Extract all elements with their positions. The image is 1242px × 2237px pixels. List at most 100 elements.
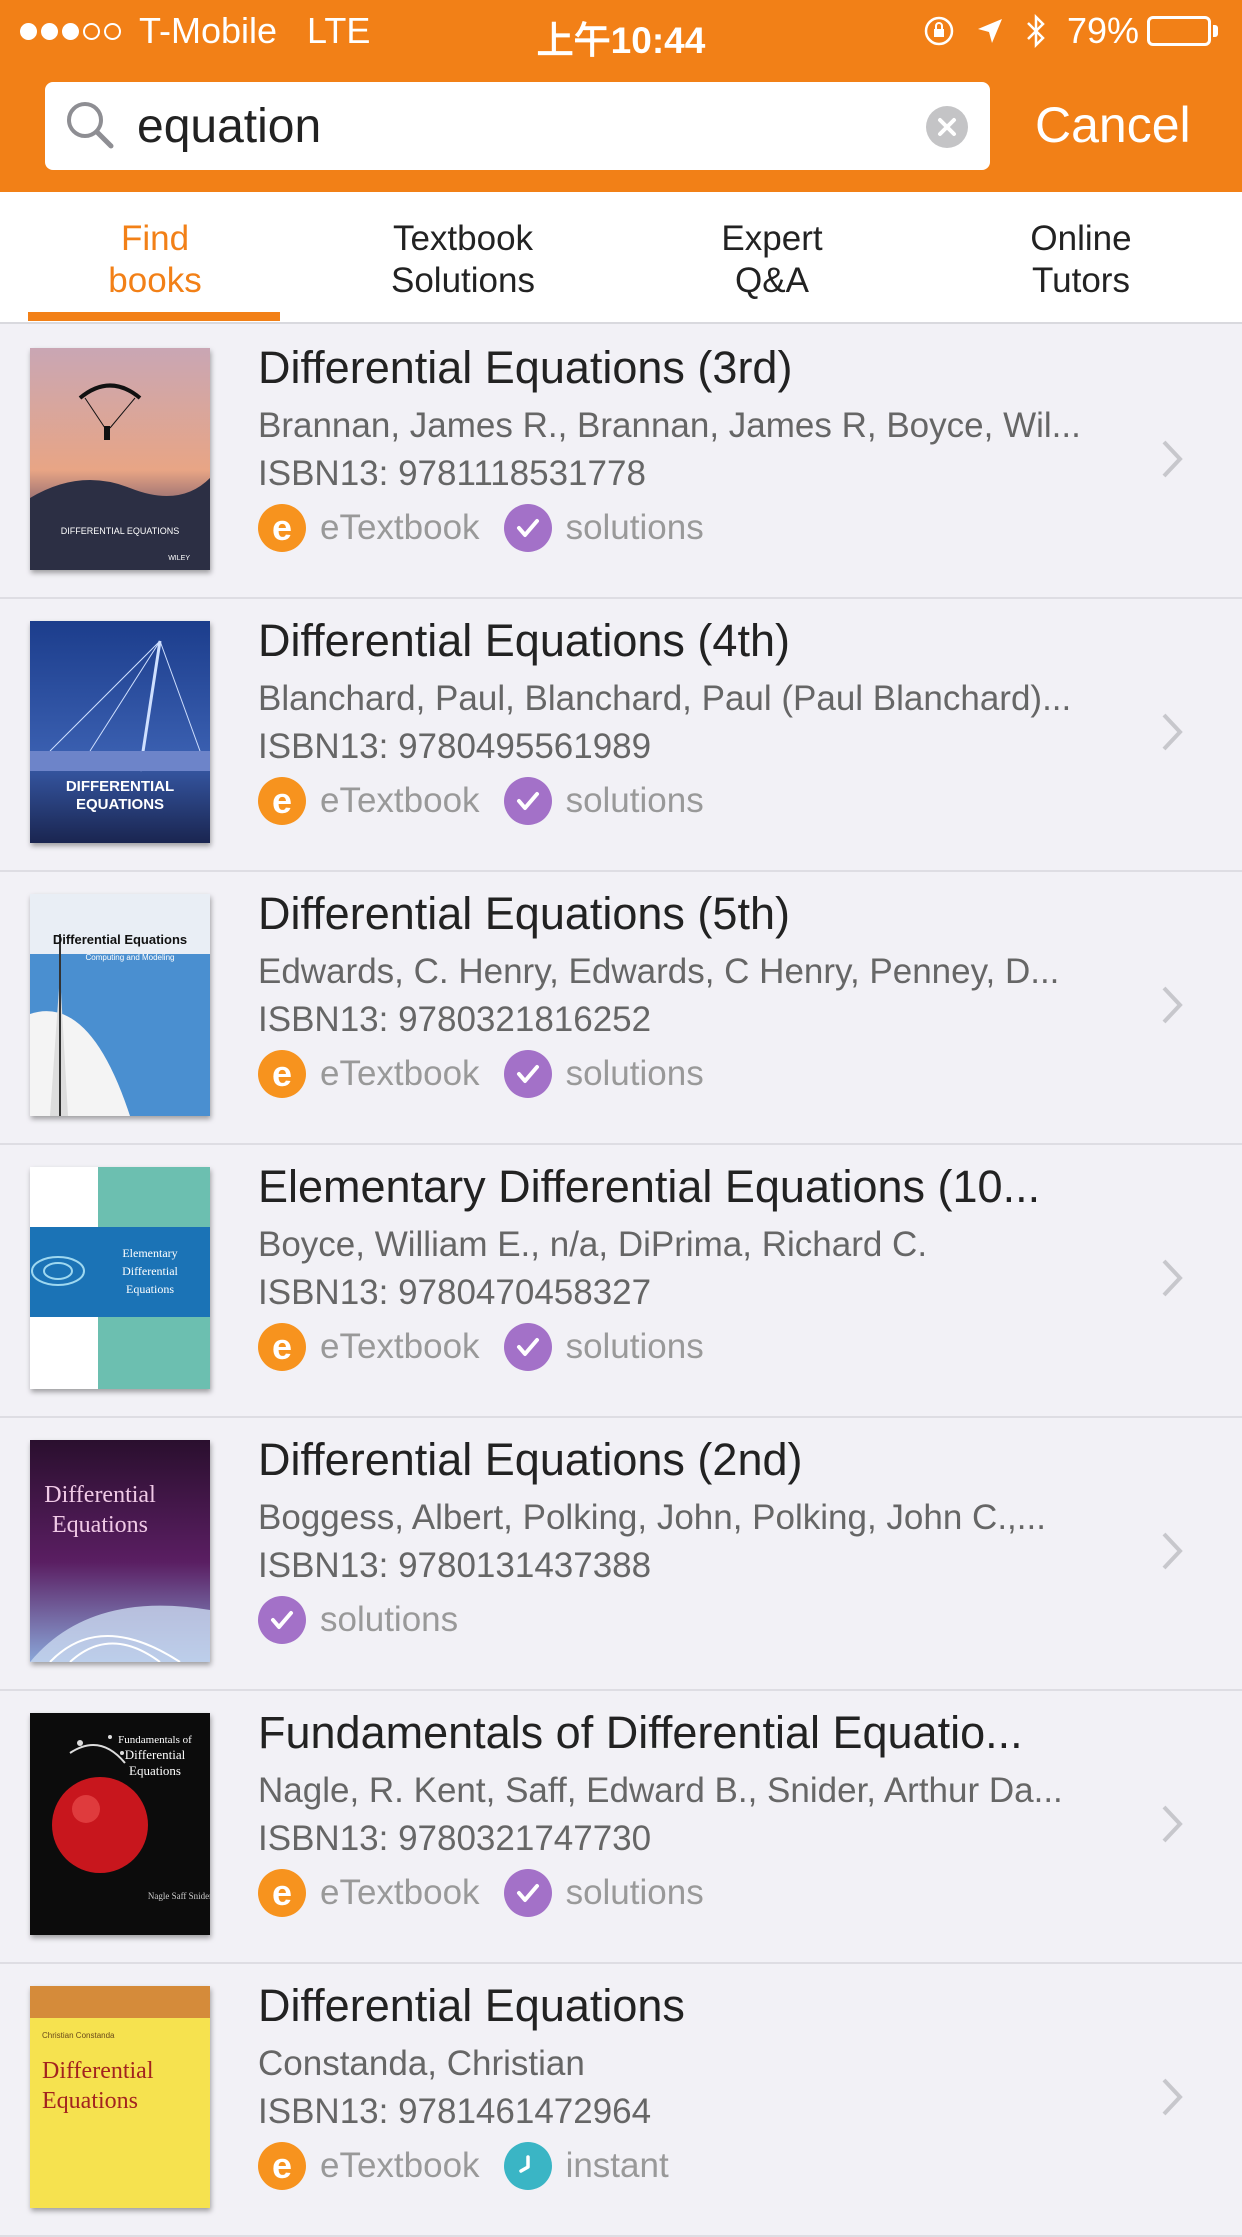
book-row[interactable]: Elementary Differential Equations Elemen…: [0, 1145, 1242, 1418]
cover-title-text: DIFFERENTIAL EQUATIONS: [61, 526, 180, 536]
book-row[interactable]: Differential Equations Differential Equa…: [0, 1418, 1242, 1691]
chevron-right-icon: [1160, 1257, 1184, 1304]
etextbook-badge: e eTextbook: [258, 504, 480, 552]
book-cover: Christian Constanda Differential Equatio…: [30, 1986, 210, 2208]
cover-authors-text: Nagle Saff Snider: [148, 1891, 210, 1901]
solutions-badge: solutions: [503, 777, 704, 825]
bluetooth-icon: [1025, 14, 1047, 48]
checkmark-icon: [503, 1050, 552, 1098]
cover-title-text: Differential: [44, 1482, 156, 1508]
book-authors: Brannan, James R., Brannan, James R, Boy…: [258, 406, 1081, 445]
orientation-lock-icon: [923, 15, 955, 47]
cover-title-text-2: Differential: [125, 1747, 186, 1762]
search-input[interactable]: [137, 82, 937, 170]
book-row[interactable]: Fundamentals of Differential Equations N…: [0, 1691, 1242, 1964]
app-header: T-Mobile LTE 上午10:44 79% equation Cancel: [0, 0, 1242, 192]
search-bar[interactable]: [45, 82, 990, 170]
battery-percent: 79%: [1066, 10, 1139, 51]
book-title: Differential Equations: [258, 1980, 685, 2031]
etextbook-icon: e: [258, 1050, 306, 1098]
tab-online-tutors[interactable]: Online Tutors: [941, 218, 1221, 302]
book-title: Fundamentals of Differential Equatio...: [258, 1707, 1023, 1758]
etextbook-badge: e eTextbook: [258, 2142, 480, 2190]
tab-find-books[interactable]: Find books: [15, 218, 295, 302]
cover-title-text-3: Equations: [126, 1282, 174, 1296]
book-cover: Differential Equations Computing and Mod…: [30, 894, 210, 1116]
cover-title-text-2: EQUATIONS: [76, 796, 164, 813]
etextbook-icon: e: [258, 777, 306, 825]
book-title: Differential Equations (4th): [258, 615, 790, 666]
cover-publisher-text: WILEY: [168, 555, 190, 562]
book-results-list: DIFFERENTIAL EQUATIONS WILEY Differentia…: [0, 326, 1242, 2237]
etextbook-badge: e eTextbook: [258, 1050, 480, 1098]
status-bar: T-Mobile LTE 上午10:44 79%: [0, 0, 1242, 62]
cover-title-text-3: Equations: [129, 1763, 181, 1778]
tab-textbook-solutions[interactable]: Textbook Solutions: [323, 218, 603, 302]
solutions-badge: solutions: [503, 1323, 704, 1371]
chevron-right-icon: [1160, 1530, 1184, 1577]
solutions-badge: solutions: [503, 504, 704, 552]
chevron-right-icon: [1160, 438, 1184, 485]
clear-search-icon[interactable]: [926, 106, 968, 148]
cover-title-text: Differential Equations: [53, 932, 187, 947]
tab-expert-qa[interactable]: Expert Q&A: [632, 218, 912, 302]
etextbook-badge: e eTextbook: [258, 1323, 480, 1371]
book-row[interactable]: DIFFERENTIAL EQUATIONS Differential Equa…: [0, 599, 1242, 872]
etextbook-icon: e: [258, 504, 306, 552]
book-title: Differential Equations (3rd): [258, 342, 793, 393]
book-cover: Elementary Differential Equations: [30, 1167, 210, 1389]
chevron-right-icon: [1160, 1803, 1184, 1850]
cover-title-text-2: Differential: [122, 1264, 178, 1278]
book-title: Elementary Differential Equations (10...: [258, 1161, 1041, 1212]
book-title: Differential Equations (2nd): [258, 1434, 803, 1485]
solutions-badge: solutions: [258, 1596, 458, 1644]
book-row[interactable]: Christian Constanda Differential Equatio…: [0, 1964, 1242, 2237]
book-authors: Constanda, Christian: [258, 2044, 585, 2083]
book-isbn: ISBN13: 9780495561989: [258, 727, 652, 766]
book-isbn: ISBN13: 9781118531778: [258, 454, 646, 493]
book-cover: Differential Equations: [30, 1440, 210, 1662]
cover-title-text-2: Equations: [52, 1512, 148, 1538]
chevron-right-icon: [1160, 2076, 1184, 2123]
book-isbn: ISBN13: 9781461472964: [258, 2092, 652, 2131]
book-authors: Blanchard, Paul, Blanchard, Paul (Paul B…: [258, 679, 1072, 718]
book-isbn: ISBN13: 9780470458327: [258, 1273, 652, 1312]
book-row[interactable]: DIFFERENTIAL EQUATIONS WILEY Differentia…: [0, 326, 1242, 599]
etextbook-badge: e eTextbook: [258, 1869, 480, 1917]
cover-subtitle-text: Computing and Modeling: [86, 953, 175, 962]
cover-title-text: Fundamentals of: [118, 1734, 192, 1746]
etextbook-icon: e: [258, 1869, 306, 1917]
book-isbn: ISBN13: 9780321816252: [258, 1000, 652, 1039]
book-authors: Nagle, R. Kent, Saff, Edward B., Snider,…: [258, 1771, 1063, 1810]
checkmark-icon: [503, 1869, 552, 1917]
active-tab-indicator: [28, 312, 280, 321]
checkmark-icon: [503, 1323, 552, 1371]
book-title: Differential Equations (5th): [258, 888, 790, 939]
checkmark-icon: [258, 1596, 306, 1644]
book-cover: DIFFERENTIAL EQUATIONS: [30, 621, 210, 843]
cover-author-text: Christian Constanda: [42, 2031, 115, 2040]
checkmark-icon: [503, 777, 552, 825]
solutions-badge: solutions: [503, 1050, 704, 1098]
etextbook-icon: e: [258, 2142, 306, 2190]
cover-title-text: Differential: [42, 2058, 154, 2084]
cover-title-text: DIFFERENTIAL: [66, 778, 174, 795]
solutions-badge: solutions: [503, 1869, 704, 1917]
book-row[interactable]: Differential Equations Computing and Mod…: [0, 872, 1242, 1145]
chevron-right-icon: [1160, 984, 1184, 1031]
search-icon: [63, 98, 119, 159]
etextbook-badge: e eTextbook: [258, 777, 480, 825]
category-tabs: Find books Textbook Solutions Expert Q&A…: [0, 192, 1242, 324]
cover-title-text: Elementary: [122, 1246, 177, 1260]
cover-title-text-2: Equations: [42, 2088, 138, 2114]
book-isbn: ISBN13: 9780131437388: [258, 1546, 652, 1585]
book-cover: Fundamentals of Differential Equations N…: [30, 1713, 210, 1935]
cancel-button[interactable]: Cancel: [1035, 96, 1191, 154]
book-cover: DIFFERENTIAL EQUATIONS WILEY: [30, 348, 210, 570]
etextbook-icon: e: [258, 1323, 306, 1371]
book-authors: Boyce, William E., n/a, DiPrima, Richard…: [258, 1225, 928, 1264]
book-isbn: ISBN13: 9780321747730: [258, 1819, 652, 1858]
book-authors: Edwards, C. Henry, Edwards, C Henry, Pen…: [258, 952, 1060, 991]
location-arrow-icon: [975, 16, 1005, 46]
instant-badge: instant: [503, 2142, 669, 2190]
